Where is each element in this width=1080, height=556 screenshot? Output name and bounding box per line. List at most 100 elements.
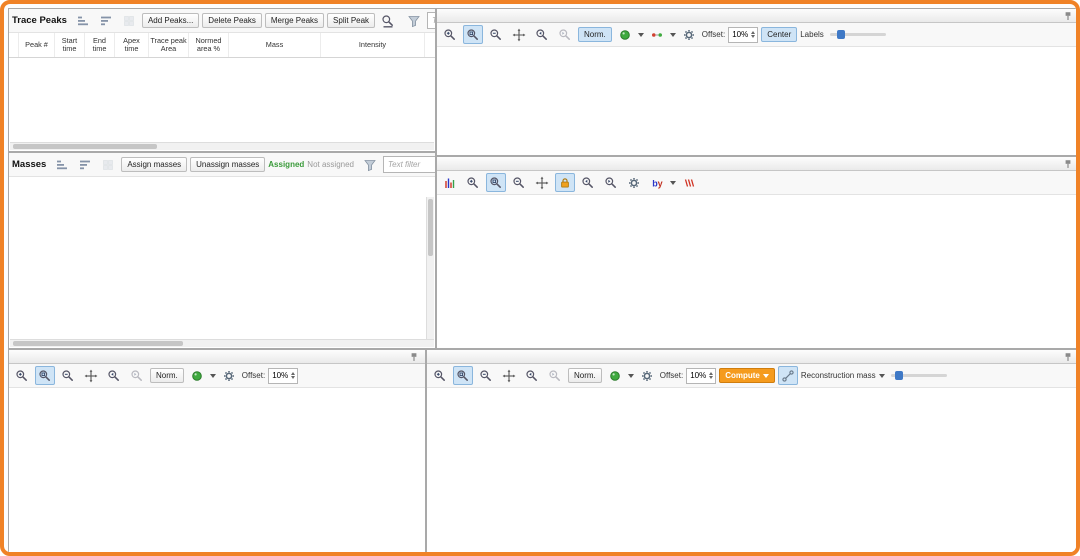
norm-button[interactable]: Norm. [568,368,602,383]
not-assigned-filter-toggle[interactable]: Not assigned [307,160,354,169]
dropdown-caret-icon[interactable] [627,373,634,378]
ms1-plot-canvas[interactable] [9,388,425,556]
ms2-plot-canvas[interactable] [437,195,1079,349]
column-header[interactable]: Mass [229,33,321,57]
add-peaks-button[interactable]: Add Peaks... [141,13,200,28]
lock-icon[interactable] [555,173,575,192]
ms2-toolbar: by [437,171,1076,195]
toolbar-label: Offset: [659,371,684,380]
pan-icon[interactable] [509,25,529,44]
horizontal-scrollbar[interactable] [10,339,434,347]
column-header[interactable]: Normed area % [189,33,229,57]
zoom-out-icon[interactable] [509,173,529,192]
unassign-masses-button[interactable]: Unassign masses [190,157,266,172]
fragment-marks-icon[interactable] [679,173,699,192]
deconvolved-mass-canvas[interactable] [427,388,1079,556]
zoom-prev-icon[interactable] [578,173,598,192]
column-header[interactable]: Trace peak Area [149,33,189,57]
pin-icon[interactable] [1061,157,1075,170]
offset-spinner[interactable]: 10% [728,26,759,43]
svg-text:y: y [658,178,663,188]
gear-icon[interactable] [679,25,699,44]
dropdown-caret-icon[interactable] [670,180,676,185]
zoom-prev-icon[interactable] [522,366,542,385]
zoom-out-icon[interactable] [58,366,78,385]
spectrum-icon[interactable] [440,173,460,192]
zoom-next-icon[interactable] [601,173,621,192]
by-ions-icon[interactable]: by [647,173,667,192]
sort-ascending-icon[interactable] [52,155,72,174]
zoom-in-icon[interactable] [12,366,32,385]
zoom-in-icon[interactable] [440,25,460,44]
ms2-plot-panel: by [436,156,1079,349]
grid-view-icon [119,11,139,30]
gear-icon[interactable] [624,173,644,192]
filter-funnel-icon[interactable] [360,155,380,174]
deconvolved-mass-panel: Norm. Offset: 10% Compute Reconstruction mas… [426,349,1079,556]
pan-icon[interactable] [81,366,101,385]
assign-masses-button[interactable]: Assign masses [121,157,188,172]
ms1-toolbar: Norm. Offset: 10% [9,364,425,388]
column-header[interactable]: Peak # [19,33,55,57]
labels-slider[interactable] [829,30,886,39]
pin-icon[interactable] [1061,9,1075,22]
zoom-in-icon[interactable] [463,173,483,192]
pan-icon[interactable] [532,173,552,192]
trace-markers-icon[interactable] [647,25,667,44]
zoom-next-icon [545,366,565,385]
norm-button[interactable]: Norm. [150,368,184,383]
zoom-prev-icon[interactable] [532,25,552,44]
pin-icon[interactable] [1061,157,1075,170]
green-ball-icon[interactable] [605,366,625,385]
offset-spinner[interactable]: 10% [686,367,717,384]
filter-funnel-icon[interactable] [404,11,424,30]
gear-icon[interactable] [219,366,239,385]
pin-icon[interactable] [407,350,421,363]
horizontal-scrollbar[interactable] [10,142,434,150]
dropdown-caret-icon [762,373,769,378]
zoom-box-icon[interactable] [453,366,473,385]
column-header[interactable]: Intensity [321,33,425,57]
green-ball-icon[interactable] [615,25,635,44]
zoom-next-icon [127,366,147,385]
pin-icon[interactable] [1061,350,1075,363]
pan-icon[interactable] [499,366,519,385]
reconstruction-mass-slider[interactable] [890,371,947,380]
pin-icon[interactable] [1061,350,1075,363]
column-header[interactable]: Apex time [115,33,149,57]
merge-peaks-button[interactable]: Merge Peaks [264,13,325,28]
zoom-in-icon[interactable] [430,366,450,385]
pin-icon[interactable] [1061,9,1075,22]
split-peak-button[interactable]: Split Peak [327,13,376,28]
zoom-out-icon[interactable] [476,366,496,385]
dropdown-caret-icon[interactable] [209,373,216,378]
sort-descending-icon[interactable] [75,155,95,174]
zoom-box-icon[interactable] [486,173,506,192]
text-filter-input[interactable] [386,159,435,170]
dropdown-caret-icon[interactable] [878,373,885,378]
norm-button[interactable]: Norm. [578,27,612,42]
gear-icon[interactable] [637,366,657,385]
zoom-box-icon[interactable] [463,25,483,44]
compute-button[interactable]: Compute [719,368,775,383]
vertical-scrollbar[interactable] [426,197,434,339]
zoom-to-peak-icon[interactable] [378,11,398,30]
sort-ascending-icon[interactable] [73,11,93,30]
reconstruct-icon[interactable] [777,366,798,385]
green-ball-icon[interactable] [187,366,207,385]
column-header[interactable]: Start time [55,33,85,57]
zoom-out-icon[interactable] [486,25,506,44]
center-button[interactable]: Center [761,27,798,42]
zoom-prev-icon[interactable] [104,366,124,385]
assigned-filter-toggle[interactable]: Assigned [268,160,304,169]
dropdown-caret-icon[interactable] [669,32,676,37]
offset-spinner[interactable]: 10% [268,367,299,384]
column-header[interactable]: End time [85,33,115,57]
delete-peaks-button[interactable]: Delete Peaks [202,13,262,28]
pin-icon[interactable] [407,350,421,363]
trace-peaks-panel: Trace Peaks Add Peaks... Delete Peaks Merge… [8,8,436,152]
sort-descending-icon[interactable] [96,11,116,30]
dropdown-caret-icon[interactable] [637,32,644,37]
zoom-box-icon[interactable] [35,366,55,385]
trace-plot-canvas[interactable] [437,47,1079,156]
